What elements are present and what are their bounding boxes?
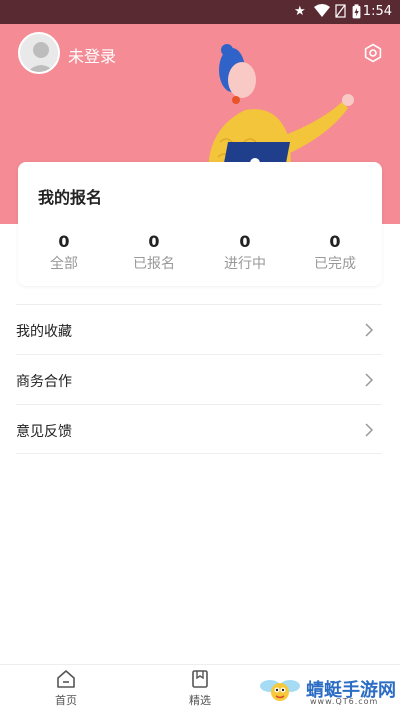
user-placeholder-icon [20,34,58,72]
stat-label: 进行中 [224,256,266,272]
home-icon [57,670,75,688]
stat-label: 全部 [50,256,78,272]
tab-home[interactable]: 首页 [36,669,96,708]
no-sim-icon [335,4,346,23]
stat-value: 0 [239,232,251,251]
login-status-text[interactable]: 未登录 [68,43,116,67]
menu-item-label: 意见反馈 [16,424,72,440]
menu-item-favorites[interactable]: 我的收藏 [16,304,382,354]
menu-item-business[interactable]: 商务合作 [16,354,382,404]
watermark-url: www.QT6.com [310,697,379,706]
settings-menu: 我的收藏 商务合作 意见反馈 [16,304,382,454]
stat-all[interactable]: 0 全部 [29,232,99,273]
status-time: 1:54 [362,4,392,19]
avatar[interactable] [18,32,60,74]
stat-in-progress[interactable]: 0 进行中 [210,232,280,273]
stat-label: 已报名 [133,256,175,272]
bookmark-icon [192,670,208,688]
battery-icon [352,4,361,24]
chevron-right-icon [365,373,374,387]
stat-value: 0 [148,232,160,251]
chevron-right-icon [365,323,374,337]
stat-registered[interactable]: 0 已报名 [119,232,189,273]
wifi-icon [314,4,330,23]
my-signups-card: 我的报名 0 全部 0 已报名 0 进行中 0 已完成 [18,162,382,286]
status-bar: ★ 1:54 [0,0,400,24]
card-title: 我的报名 [38,188,103,207]
tab-label: 首页 [55,694,77,707]
stat-label: 已完成 [314,256,356,272]
menu-item-feedback[interactable]: 意见反馈 [16,404,382,454]
stat-value: 0 [58,232,70,251]
stat-value: 0 [329,232,341,251]
star-icon: ★ [294,4,306,19]
menu-item-label: 商务合作 [16,374,72,390]
stat-completed[interactable]: 0 已完成 [300,232,370,273]
settings-icon[interactable] [363,43,383,63]
tab-label: 精选 [189,694,211,707]
chevron-right-icon [365,423,374,437]
watermark-logo: 蜻蜓手游网 www.QT6.com [258,672,398,708]
menu-item-label: 我的收藏 [16,324,72,340]
tab-featured[interactable]: 精选 [170,669,230,708]
dragonfly-mascot-icon [260,680,300,701]
